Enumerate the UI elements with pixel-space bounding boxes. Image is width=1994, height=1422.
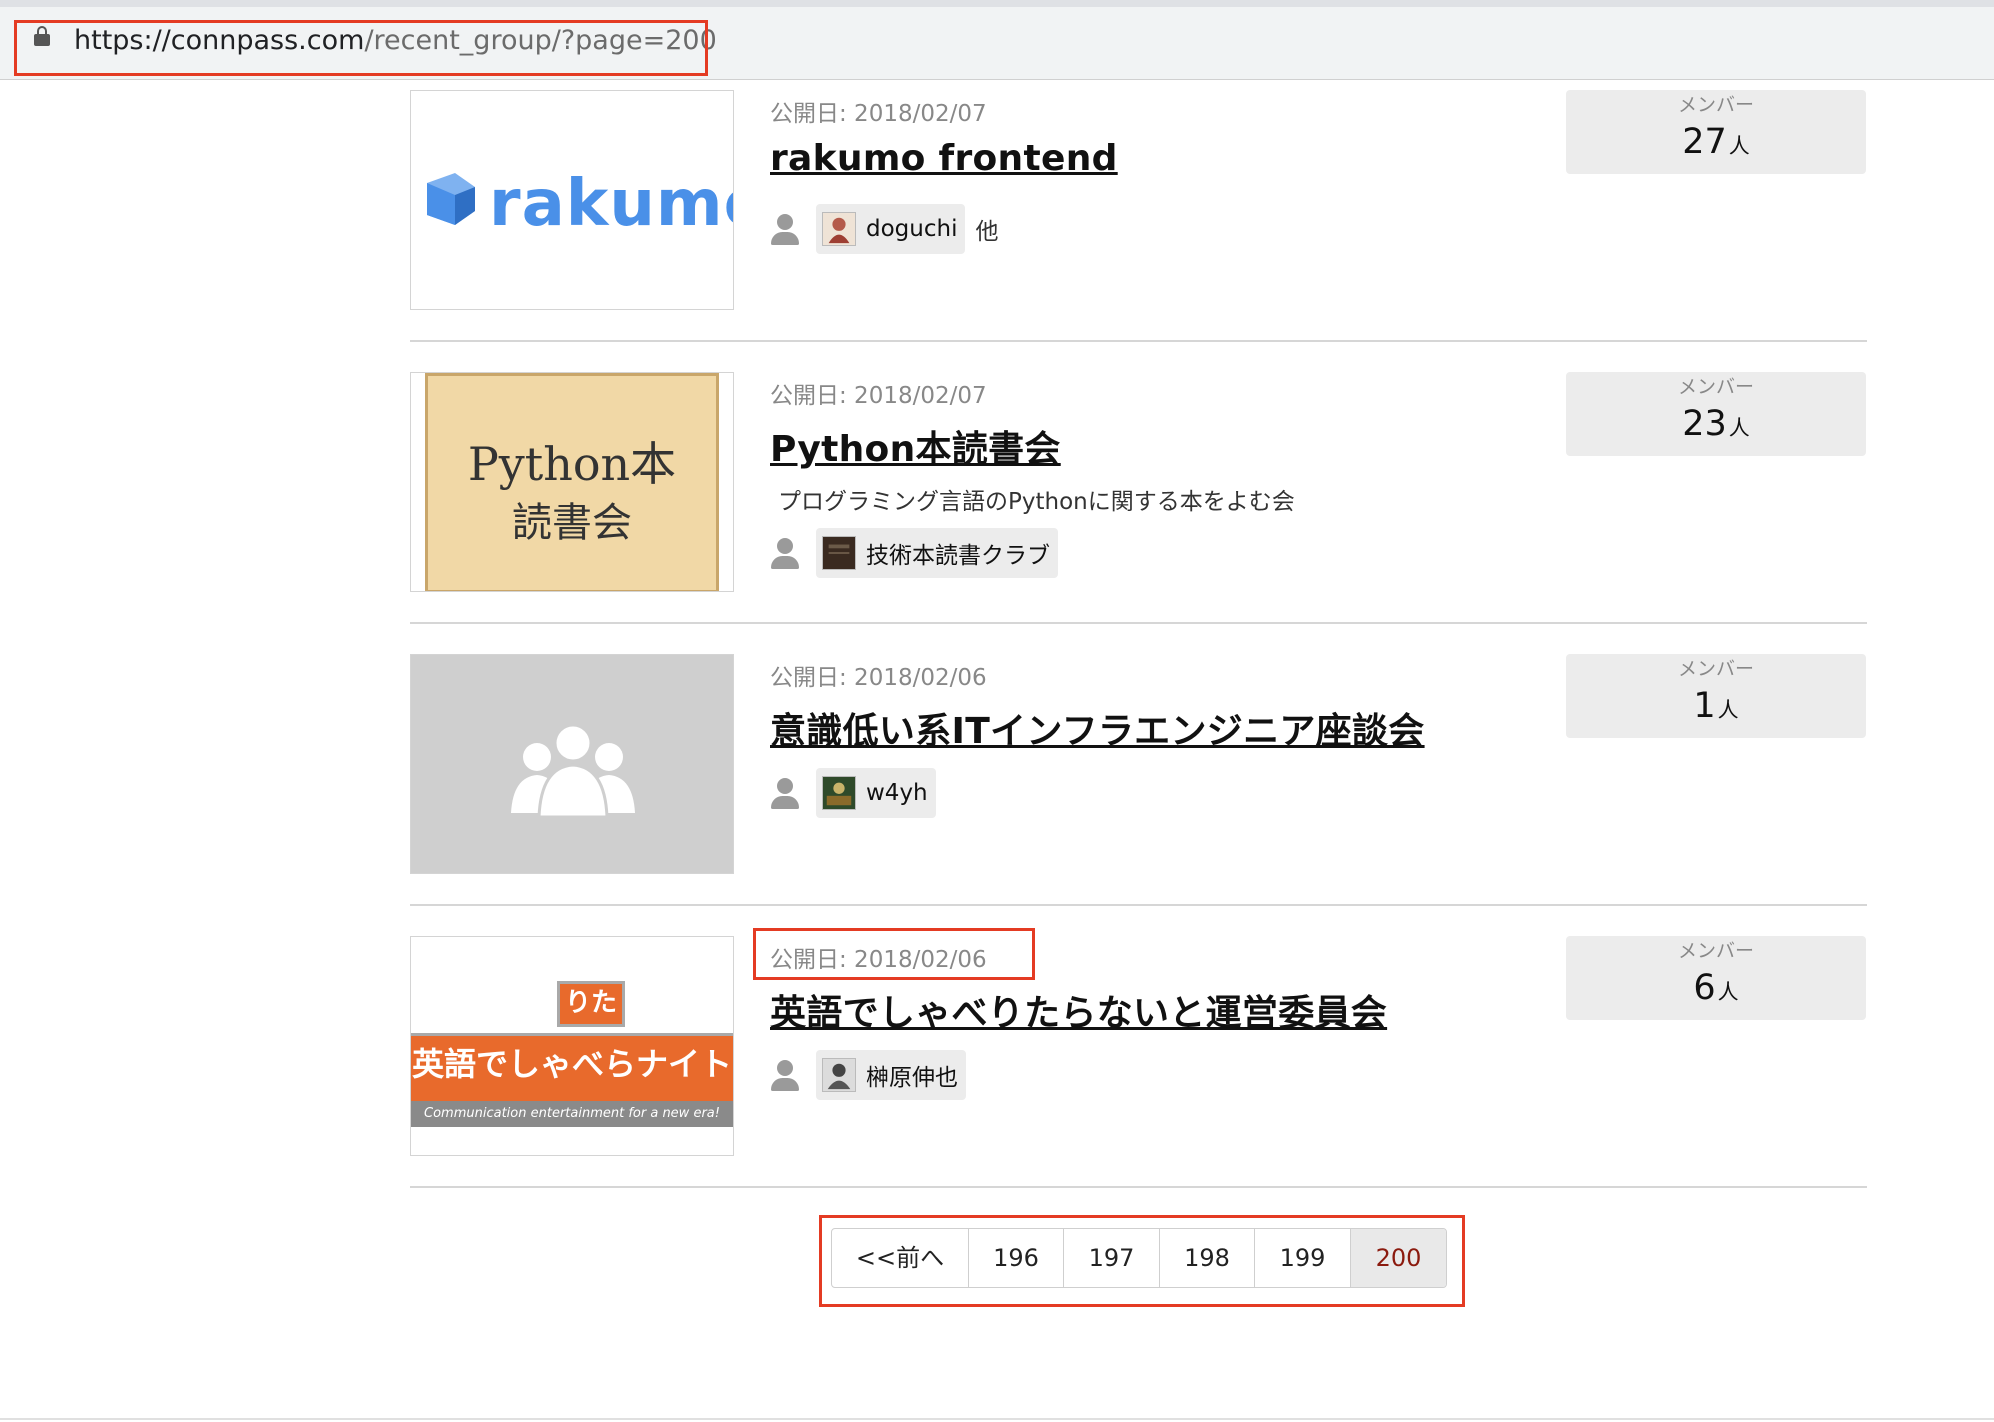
group-title-link[interactable]: Python本読書会 <box>770 420 1061 472</box>
admin-chip[interactable]: 技術本読書クラブ <box>816 528 1058 578</box>
member-count: 1 <box>1693 686 1716 726</box>
thumbnail-text: Python本 <box>467 437 677 491</box>
group-item: 公開日: 2018/02/06 意識低い系ITインフラエンジニア座談会 w4yh… <box>410 654 1867 936</box>
group-thumbnail[interactable] <box>410 654 734 874</box>
admin-name: 榊原伸也 <box>866 1065 958 1091</box>
member-count-box: メンバー 23人 <box>1566 372 1866 456</box>
admin-chip[interactable]: 榊原伸也 <box>816 1050 966 1100</box>
admin-more-label: 他 <box>975 219 999 245</box>
admin-row: 榊原伸也 <box>770 1050 966 1100</box>
group-people-icon <box>511 723 635 817</box>
banner-tag: りた <box>557 981 625 1027</box>
member-count: 27 <box>1682 122 1727 162</box>
member-label: メンバー <box>1677 376 1754 398</box>
divider <box>410 1186 1867 1188</box>
admin-row: doguchi 他 <box>770 204 998 254</box>
group-title-link[interactable]: 意識低い系ITインフラエンジニア座談会 <box>770 702 1425 754</box>
published-date: 公開日: 2018/02/07 <box>770 101 987 127</box>
member-unit: 人 <box>1717 698 1739 722</box>
url-highlight-box <box>14 20 708 76</box>
avatar-icon <box>822 776 856 810</box>
person-icon <box>770 212 800 246</box>
group-item: Python本 読書会 公開日: 2018/02/07 Python本読書会 プ… <box>410 372 1867 654</box>
thumbnail-text: 英語でしゃべらナイト <box>411 1045 732 1083</box>
admin-row: w4yh <box>770 768 936 818</box>
member-count-box: メンバー 6人 <box>1566 936 1866 1020</box>
member-count-box: メンバー 27人 <box>1566 90 1866 174</box>
admin-name: doguchi <box>866 216 958 242</box>
member-count: 6 <box>1693 968 1716 1008</box>
thumbnail-text: 読書会 <box>512 500 632 546</box>
person-icon <box>770 1058 800 1092</box>
book-cover: Python本 読書会 <box>425 373 719 591</box>
avatar-icon <box>822 1058 856 1092</box>
thumbnail-text: rakumo <box>489 167 733 241</box>
group-thumbnail[interactable]: rakumo <box>410 90 734 310</box>
rakumo-logo-icon <box>427 173 475 225</box>
bottom-divider <box>0 1418 1994 1420</box>
divider <box>410 622 1867 624</box>
pagination-highlight-box <box>819 1215 1465 1307</box>
person-icon <box>770 536 800 570</box>
group-title-link[interactable]: 英語でしゃべりたらないと運営委員会 <box>770 984 1387 1036</box>
group-item: りた 英語でしゃべらナイト Communication entertainmen… <box>410 936 1867 1218</box>
admin-row: 技術本読書クラブ <box>770 528 1058 578</box>
date-highlight-box <box>753 928 1035 980</box>
group-item: rakumo 公開日: 2018/02/07 rakumo frontend d… <box>410 90 1867 372</box>
member-label: メンバー <box>1677 940 1754 962</box>
divider <box>410 340 1867 342</box>
admin-chip[interactable]: doguchi <box>816 204 966 254</box>
divider <box>410 904 1867 906</box>
published-date: 公開日: 2018/02/07 <box>770 383 987 409</box>
member-label: メンバー <box>1677 94 1754 116</box>
member-unit: 人 <box>1728 134 1750 158</box>
avatar-icon <box>822 536 856 570</box>
admin-chip[interactable]: w4yh <box>816 768 936 818</box>
group-thumbnail[interactable]: Python本 読書会 <box>410 372 734 592</box>
avatar-icon <box>822 212 856 246</box>
member-count-box: メンバー 1人 <box>1566 654 1866 738</box>
admin-name: w4yh <box>866 780 928 806</box>
member-count: 23 <box>1682 404 1727 444</box>
person-icon <box>770 776 800 810</box>
browser-top-strip <box>0 0 1994 7</box>
published-date: 公開日: 2018/02/06 <box>770 665 987 691</box>
member-label: メンバー <box>1677 658 1754 680</box>
group-description: プログラミング言語のPythonに関する本をよむ会 <box>778 489 1295 515</box>
member-unit: 人 <box>1728 416 1750 440</box>
member-unit: 人 <box>1717 980 1739 1004</box>
group-thumbnail[interactable]: りた 英語でしゃべらナイト Communication entertainmen… <box>410 936 734 1156</box>
thumbnail-subtext: Communication entertainment for a new er… <box>411 1101 733 1127</box>
group-title-link[interactable]: rakumo frontend <box>770 138 1118 179</box>
admin-name: 技術本読書クラブ <box>866 543 1050 569</box>
